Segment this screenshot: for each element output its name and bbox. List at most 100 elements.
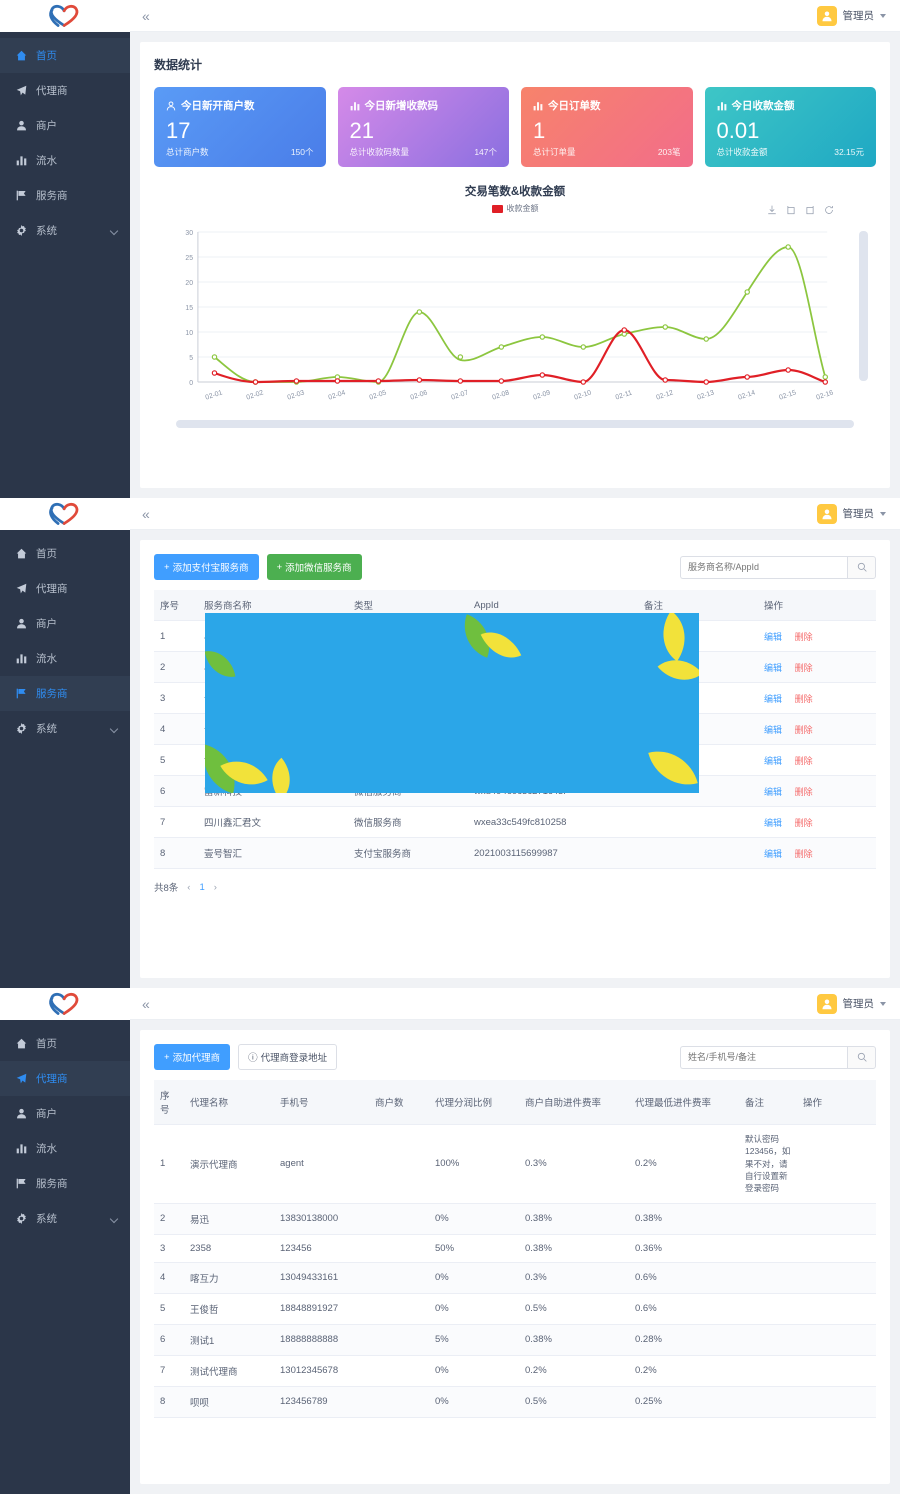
bar-chart-icon bbox=[14, 154, 28, 167]
sidebar-item-home[interactable]: 首页 bbox=[0, 38, 130, 73]
sidebar-item-agent[interactable]: 代理商 bbox=[0, 73, 130, 108]
button-label: 代理商登录地址 bbox=[260, 1053, 328, 1064]
cell-appid: 2021003115699987 bbox=[468, 837, 638, 869]
search-input[interactable] bbox=[680, 555, 847, 579]
download-icon[interactable] bbox=[767, 205, 777, 215]
sidebar-item-system[interactable]: 系统 bbox=[0, 1201, 130, 1236]
pagination-total: 共8条 bbox=[154, 883, 179, 894]
search-button[interactable] bbox=[847, 555, 876, 579]
cell-remark bbox=[739, 1262, 797, 1294]
delete-link[interactable]: 删除 bbox=[795, 694, 813, 704]
chart-horizontal-scrollbar[interactable] bbox=[176, 420, 854, 428]
search-input[interactable] bbox=[680, 1045, 847, 1069]
sidebar-collapse-button[interactable]: « bbox=[142, 507, 150, 521]
chart-vertical-scrollbar[interactable] bbox=[859, 231, 868, 381]
sidebar-item-flow[interactable]: 流水 bbox=[0, 641, 130, 676]
cell-operations: 编辑 删除 bbox=[758, 744, 876, 776]
user-menu[interactable]: 管理员 bbox=[816, 5, 886, 26]
table-row[interactable]: 2 小狸理科技 微信服务商 wx883ac9416b037549 编辑 删除 bbox=[154, 651, 876, 683]
sidebar-item-provider[interactable]: 服务商 bbox=[0, 178, 130, 213]
add-alipay-provider-button[interactable]: + 添加支付宝服务商 bbox=[154, 554, 259, 580]
table-row[interactable]: 8 呗呗 123456789 0% 0.5% 0.25% bbox=[154, 1386, 876, 1418]
sidebar-item-flow[interactable]: 流水 bbox=[0, 143, 130, 178]
bar-switch-icon[interactable] bbox=[786, 205, 796, 215]
cell-remark bbox=[638, 620, 758, 652]
sidebar-item-agent[interactable]: 代理商 bbox=[0, 1061, 130, 1096]
table-row[interactable]: 1 演示代理商 agent 100% 0.3% 0.2% 默认密码123456，… bbox=[154, 1124, 876, 1204]
cell-phone: 123456 bbox=[274, 1234, 369, 1263]
table-row[interactable]: 7 四川鑫汇君文 微信服务商 wxea33c549fc810258 编辑 删除 bbox=[154, 806, 876, 838]
delete-link[interactable]: 删除 bbox=[795, 663, 813, 673]
table-row[interactable]: 4 云创客 支付宝服务商 2021003114886864 编辑 删除 bbox=[154, 713, 876, 745]
table-row[interactable]: 8 壹号智汇 支付宝服务商 2021003115699987 编辑 删除 bbox=[154, 837, 876, 869]
table-row[interactable]: 5 王俊哲 18848891927 0% 0.5% 0.6% bbox=[154, 1293, 876, 1325]
info-icon: ⓘ bbox=[248, 1053, 258, 1064]
column-phone: 手机号 bbox=[274, 1080, 369, 1125]
chart-plot: 30 25 20 15 10 5 0 02-01 02-02 02-03 02-… bbox=[185, 230, 834, 402]
chart-toolbox[interactable] bbox=[767, 205, 834, 215]
delete-link[interactable]: 删除 bbox=[795, 725, 813, 735]
table-row[interactable]: 3 2358 123456 50% 0.38% 0.36% bbox=[154, 1234, 876, 1263]
edit-link[interactable]: 编辑 bbox=[764, 663, 782, 673]
edit-link[interactable]: 编辑 bbox=[764, 818, 782, 828]
column-self-rate: 商户自助进件费率 bbox=[519, 1080, 629, 1125]
edit-link[interactable]: 编辑 bbox=[764, 787, 782, 797]
table-row[interactable]: 6 富新科技 微信服务商 wxd49469c3c271c43f 编辑 删除 bbox=[154, 775, 876, 807]
edit-link[interactable]: 编辑 bbox=[764, 632, 782, 642]
sidebar-item-provider[interactable]: 服务商 bbox=[0, 676, 130, 711]
cell-appid: wxea33c549fc810258 bbox=[468, 806, 638, 838]
table-row[interactable]: 2 易迅 13830138000 0% 0.38% 0.38% bbox=[154, 1203, 876, 1235]
add-agent-button[interactable]: + 添加代理商 bbox=[154, 1044, 231, 1070]
cell-no: 8 bbox=[154, 837, 198, 869]
topbar: « 管理员 bbox=[130, 988, 900, 1020]
pagination-prev[interactable]: ‹ bbox=[187, 882, 190, 893]
user-menu[interactable]: 管理员 bbox=[816, 993, 886, 1014]
table-row[interactable]: 1 小狸理聚合支付 微信服务商 wx883ac9416b037549 编辑 删除 bbox=[154, 620, 876, 652]
user-menu[interactable]: 管理员 bbox=[816, 503, 886, 524]
sidebar-collapse-button[interactable]: « bbox=[142, 9, 150, 23]
sidebar-item-agent[interactable]: 代理商 bbox=[0, 571, 130, 606]
edit-link[interactable]: 编辑 bbox=[764, 694, 782, 704]
table-row[interactable]: 7 测试代理商 13012345678 0% 0.2% 0.2% bbox=[154, 1355, 876, 1387]
edit-link[interactable]: 编辑 bbox=[764, 725, 782, 735]
sidebar-collapse-button[interactable]: « bbox=[142, 997, 150, 1011]
bar-chart-icon bbox=[350, 101, 359, 110]
cell-self-rate: 0.2% bbox=[519, 1355, 629, 1387]
table-row[interactable]: 5 博汇 微信服务商 wx921b54257c35d0af 编辑 删除 bbox=[154, 744, 876, 776]
delete-link[interactable]: 删除 bbox=[795, 632, 813, 642]
stat-foot-value: 203笔 bbox=[657, 147, 681, 157]
refresh-icon[interactable] bbox=[824, 205, 834, 215]
cell-phone: 13012345678 bbox=[274, 1355, 369, 1387]
cell-name: 云创客 bbox=[198, 713, 348, 745]
table-row[interactable]: 3 云创客 微信服务商 wx1b84e4b619b95893a 编辑 删除 bbox=[154, 682, 876, 714]
sidebar-item-flow[interactable]: 流水 bbox=[0, 1131, 130, 1166]
delete-link[interactable]: 删除 bbox=[795, 849, 813, 859]
sidebar-item-system[interactable]: 系统 bbox=[0, 213, 130, 248]
edit-link[interactable]: 编辑 bbox=[764, 756, 782, 766]
sidebar-item-home[interactable]: 首页 bbox=[0, 1026, 130, 1061]
sidebar-item-merchant[interactable]: 商户 bbox=[0, 1096, 130, 1131]
agent-login-url-button[interactable]: ⓘ 代理商登录地址 bbox=[238, 1044, 338, 1070]
line-switch-icon[interactable] bbox=[805, 205, 815, 215]
sidebar-item-provider[interactable]: 服务商 bbox=[0, 1166, 130, 1201]
cell-share-ratio: 5% bbox=[429, 1324, 519, 1356]
sidebar-item-system[interactable]: 系统 bbox=[0, 711, 130, 746]
pagination-page-1[interactable]: 1 bbox=[199, 882, 204, 893]
sidebar-item-merchant[interactable]: 商户 bbox=[0, 606, 130, 641]
pagination-next[interactable]: › bbox=[214, 882, 217, 893]
delete-link[interactable]: 删除 bbox=[795, 787, 813, 797]
chart-gridlines bbox=[197, 231, 828, 358]
add-wechat-provider-button[interactable]: + 添加微信服务商 bbox=[266, 554, 362, 580]
table-row[interactable]: 6 测试1 18888888888 5% 0.38% 0.28% bbox=[154, 1324, 876, 1356]
cell-no: 6 bbox=[154, 1324, 184, 1356]
svg-text:02-07: 02-07 bbox=[451, 389, 470, 401]
cell-appid: wxd49469c3c271c43f bbox=[468, 775, 638, 807]
table-row[interactable]: 4 喀互力 13049433161 0% 0.3% 0.6% bbox=[154, 1262, 876, 1294]
sidebar-item-home[interactable]: 首页 bbox=[0, 536, 130, 571]
delete-link[interactable]: 删除 bbox=[795, 756, 813, 766]
sidebar-item-merchant[interactable]: 商户 bbox=[0, 108, 130, 143]
search-button[interactable] bbox=[847, 1045, 876, 1069]
edit-link[interactable]: 编辑 bbox=[764, 849, 782, 859]
svg-text:02-16: 02-16 bbox=[815, 389, 834, 401]
delete-link[interactable]: 删除 bbox=[795, 818, 813, 828]
